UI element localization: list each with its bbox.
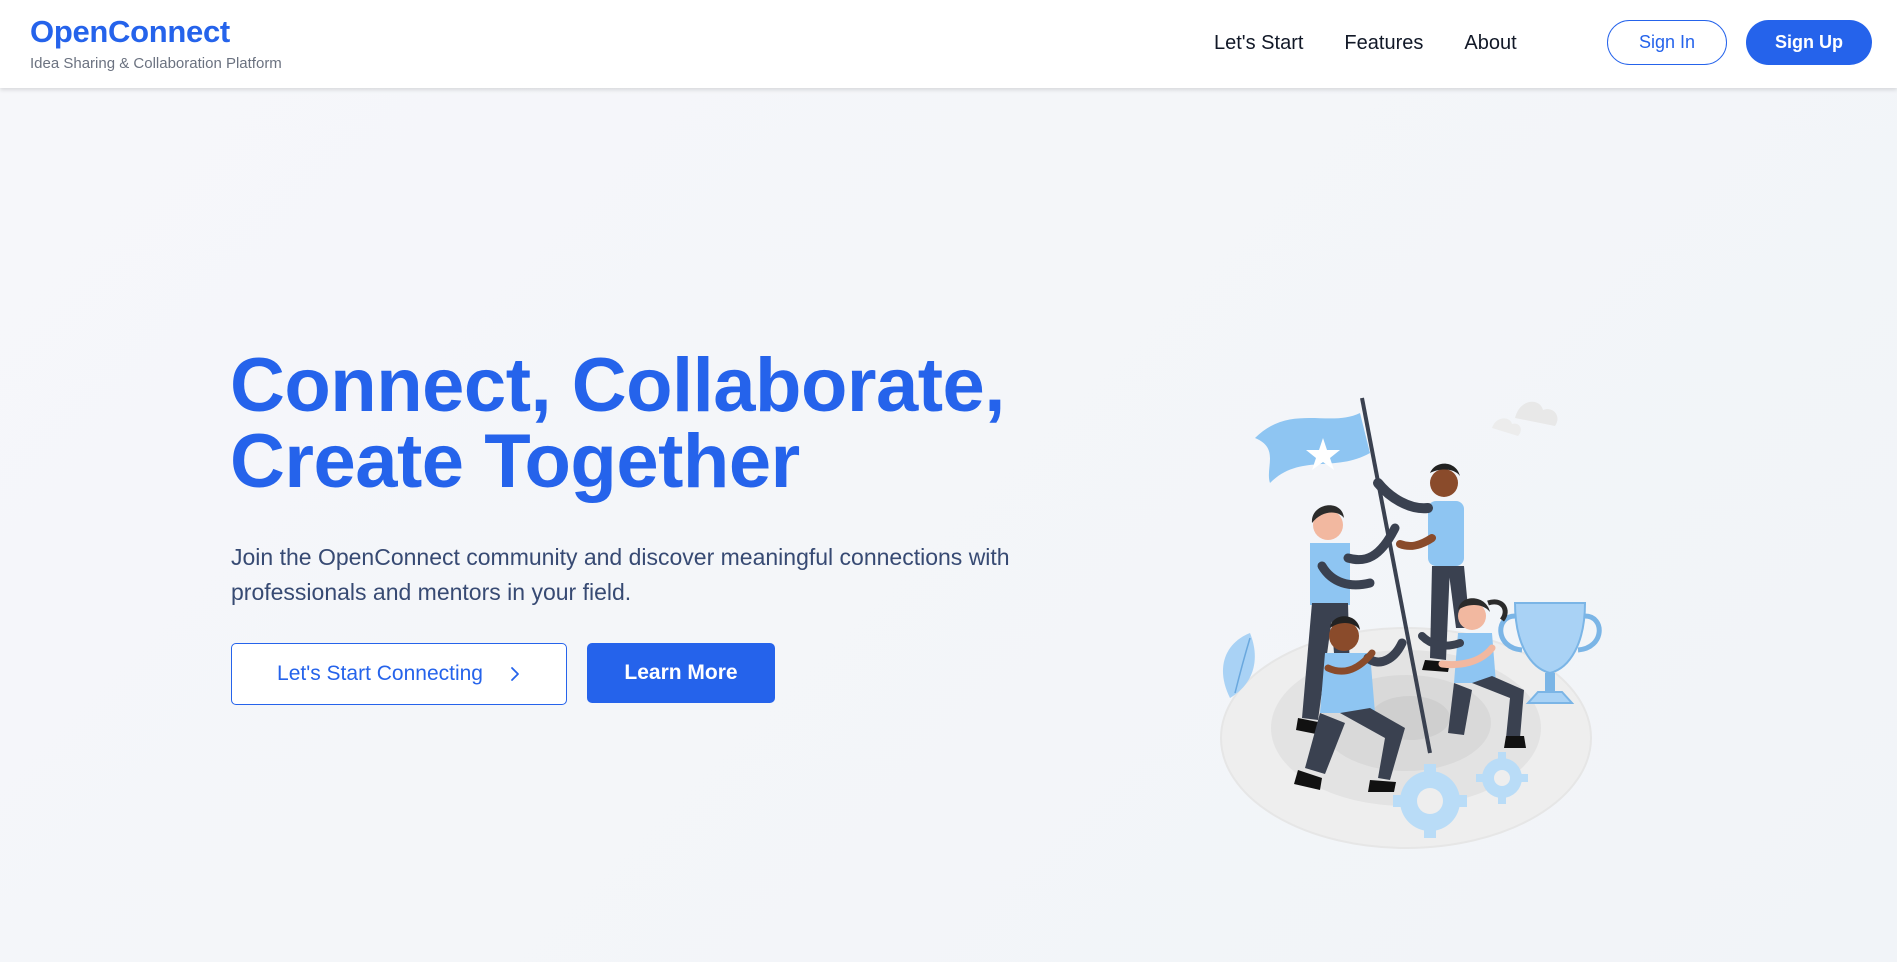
hero-section: Connect, Collaborate, Create Together Jo… [0, 88, 1897, 962]
brand-tagline: Idea Sharing & Collaboration Platform [30, 55, 282, 72]
nav-link-lets-start[interactable]: Let's Start [1214, 30, 1303, 56]
hero-headline: Connect, Collaborate, Create Together [230, 348, 1130, 500]
lets-start-connecting-button[interactable]: Let's Start Connecting [231, 643, 567, 705]
brand-logo-text[interactable]: OpenConnect [30, 14, 282, 50]
hero-headline-line-2: Create Together [230, 419, 800, 504]
team-raising-flag-illustration [1220, 397, 1602, 849]
cloud-decoration [1515, 401, 1558, 426]
hero-subtext: Join the OpenConnect community and disco… [231, 544, 1010, 605]
main-nav: Let's Start Features About [1214, 30, 1558, 56]
sign-up-button[interactable]: Sign Up [1746, 20, 1872, 65]
chevron-right-icon [511, 667, 519, 681]
nav-link-about[interactable]: About [1464, 30, 1516, 56]
nav-link-features[interactable]: Features [1344, 30, 1423, 56]
learn-more-button[interactable]: Learn More [587, 643, 775, 703]
flag [1255, 413, 1370, 483]
hero-headline-line-1: Connect, Collaborate, [230, 343, 1005, 428]
lets-start-connecting-label: Let's Start Connecting [277, 662, 483, 685]
sign-in-button[interactable]: Sign In [1607, 20, 1727, 65]
brand[interactable]: OpenConnect Idea Sharing & Collaboration… [30, 14, 282, 73]
top-navbar: OpenConnect Idea Sharing & Collaboration… [0, 0, 1897, 88]
